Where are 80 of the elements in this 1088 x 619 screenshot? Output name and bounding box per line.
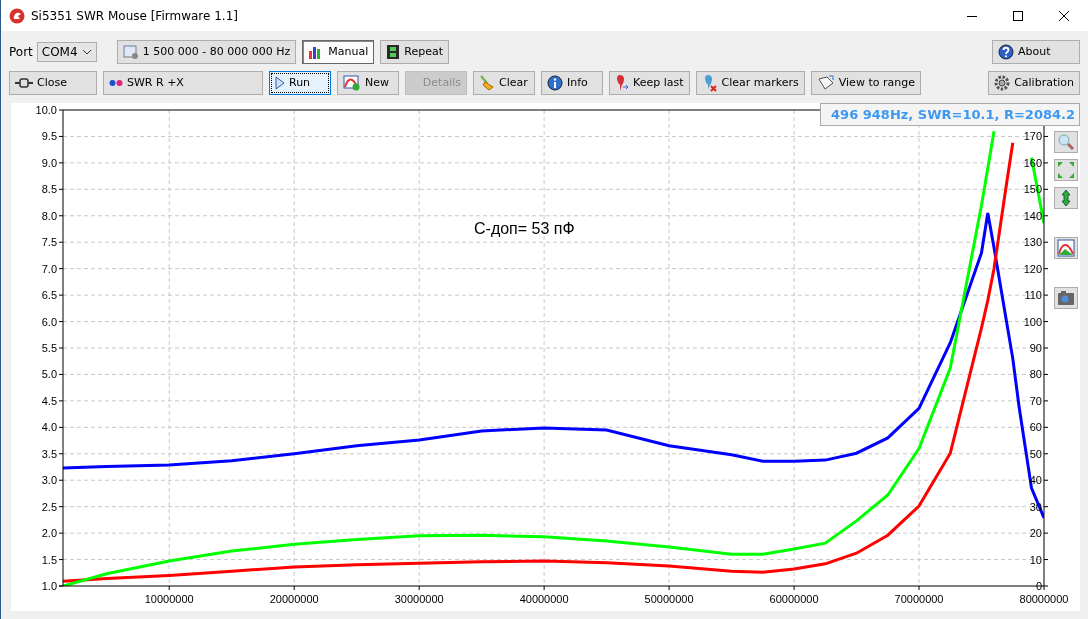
axis-tick-label: 110 xyxy=(1024,289,1042,302)
axis-tick-label: 7.5 xyxy=(41,236,57,249)
axis-tick-label: 6.0 xyxy=(41,315,57,328)
chart-annotation: С-доп= 53 пФ xyxy=(474,220,575,237)
maximize-icon[interactable] xyxy=(1012,9,1024,22)
axis-tick-label: 20 xyxy=(1029,527,1042,540)
vertical-fit-icon[interactable] xyxy=(1053,187,1078,209)
axis-tick-label: 8.0 xyxy=(41,209,57,222)
axis-tick-label: 1.5 xyxy=(41,553,57,566)
axis-tick-label: 50 xyxy=(1029,447,1042,460)
axis-tick-label: 5.5 xyxy=(41,342,57,354)
repeat-button[interactable]: Repeat xyxy=(380,39,449,64)
play-icon xyxy=(275,75,285,90)
axis-tick-label: 6.5 xyxy=(41,289,57,302)
axis-tick-label: 8.5 xyxy=(41,183,57,196)
chart-icon[interactable] xyxy=(1053,237,1078,259)
plug-icon xyxy=(15,77,33,88)
camera-icon[interactable] xyxy=(1053,287,1078,309)
axis-tick-label: 20000000 xyxy=(269,593,319,605)
axis-tick-label: 3.0 xyxy=(41,474,57,487)
new-button[interactable]: New xyxy=(337,70,399,95)
axis-tick-label: 130 xyxy=(1023,236,1042,249)
zoom-icon[interactable] xyxy=(1053,131,1078,153)
cursor-readout: 496 948Hz, SWR=10.1, R=2084.2 xyxy=(820,103,1080,126)
chart-mode-button[interactable]: SWR R +X xyxy=(103,70,263,95)
axis-tick-label: 90 xyxy=(1029,342,1042,354)
about-button[interactable]: About xyxy=(992,39,1080,64)
manual-button[interactable]: Manual xyxy=(302,39,375,64)
axis-tick-label: 0 xyxy=(1035,580,1042,592)
frequency-range-button[interactable]: 1 500 000 - 80 000 000 Hz xyxy=(116,39,297,64)
close-icon[interactable] xyxy=(1058,9,1070,22)
axis-tick-label: 2.5 xyxy=(41,500,57,513)
run-button[interactable]: Run xyxy=(269,70,331,95)
axis-tick-label: 60 xyxy=(1029,421,1042,434)
axis-tick-label: 60000000 xyxy=(769,593,819,605)
axis-tick-label: 10 xyxy=(1029,553,1042,566)
port-label: Port xyxy=(9,44,33,59)
axis-tick-label: 80 xyxy=(1029,368,1042,381)
axis-tick-label: 50000000 xyxy=(644,593,694,605)
axis-tick-label: 9.0 xyxy=(41,156,57,169)
film-icon xyxy=(386,43,401,60)
info-button[interactable]: Info xyxy=(541,70,603,95)
broom-icon xyxy=(479,74,495,91)
gear-icon xyxy=(994,74,1011,91)
axis-tick-label: 140 xyxy=(1023,209,1042,222)
axis-tick-label: 40000000 xyxy=(519,593,569,605)
axis-tick-label: 9.5 xyxy=(41,130,57,143)
pin-icon xyxy=(615,73,629,92)
clear-markers-button[interactable]: Clear markers xyxy=(695,70,805,95)
axis-tick-label: 170 xyxy=(1023,130,1042,143)
axis-tick-label: 3.5 xyxy=(41,447,57,460)
axis-tick-label: 4.5 xyxy=(41,394,57,407)
axis-tick-label: 70 xyxy=(1029,394,1042,407)
axis-tick-label: 10000000 xyxy=(144,593,194,605)
port-dropdown[interactable]: COM4 xyxy=(36,41,97,62)
new-chart-icon xyxy=(343,74,361,91)
dots-icon xyxy=(109,78,123,87)
axis-tick-label: 1.0 xyxy=(41,580,57,592)
help-icon xyxy=(998,43,1014,60)
axis-tick-label: 2.0 xyxy=(41,527,57,540)
axis-tick-label: 100 xyxy=(1023,315,1042,328)
fit-icon[interactable] xyxy=(1053,159,1078,181)
page-arrow-icon xyxy=(816,74,835,91)
clear-button[interactable]: Clear xyxy=(473,70,535,95)
axis-tick-label: 7.0 xyxy=(41,262,57,275)
axis-tick-label: 5.0 xyxy=(41,368,57,381)
axis-tick-label: 70000000 xyxy=(894,593,944,605)
window-title: Si5351 SWR Mouse [Firmware 1.1] xyxy=(31,8,238,23)
axis-tick-label: 120 xyxy=(1023,262,1042,275)
info-icon xyxy=(547,74,563,91)
axis-tick-label: 4.0 xyxy=(41,421,57,434)
keep-last-button[interactable]: Keep last xyxy=(609,70,690,95)
axis-tick-label: 10.0 xyxy=(35,104,57,116)
close-port-button[interactable]: Close xyxy=(9,70,97,95)
view-to-range-button[interactable]: View to range xyxy=(810,70,921,95)
caret-icon xyxy=(81,48,92,55)
axis-tick-label: 30000000 xyxy=(394,593,444,605)
app-logo-icon xyxy=(9,7,25,24)
axis-tick-label: 80000000 xyxy=(1019,593,1069,605)
calibration-button[interactable]: Calibration xyxy=(988,70,1080,95)
